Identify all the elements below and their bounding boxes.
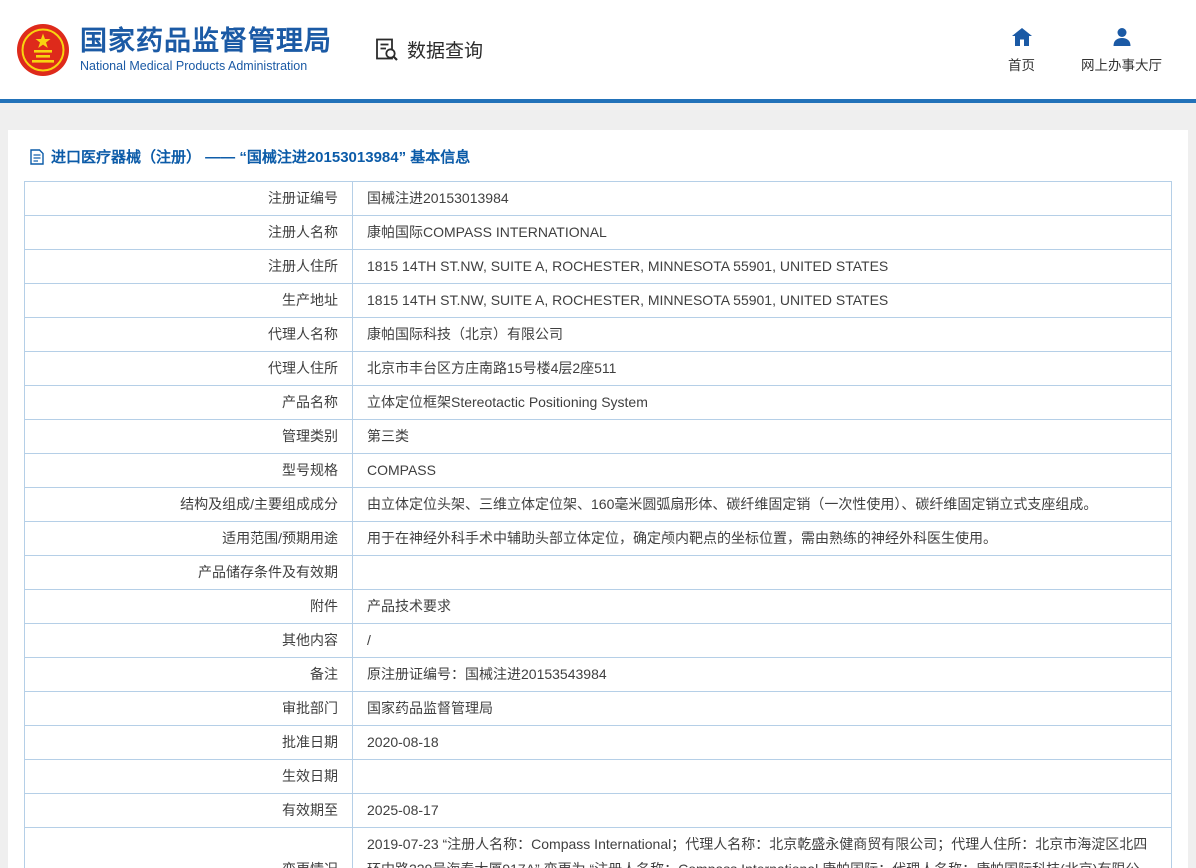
nav-service-hall-label: 网上办事大厅 — [1081, 54, 1162, 74]
table-row: 产品名称立体定位框架Stereotactic Positioning Syste… — [25, 386, 1172, 420]
row-value: 用于在神经外科手术中辅助头部立体定位，确定颅内靶点的坐标位置，需由熟练的神经外科… — [353, 522, 1172, 556]
row-label: 注册人名称 — [25, 216, 353, 250]
table-row: 结构及组成/主要组成成分由立体定位头架、三维立体定位架、160毫米圆弧扇形体、碳… — [25, 488, 1172, 522]
nav-service-hall[interactable]: 网上办事大厅 — [1081, 25, 1162, 74]
row-label: 批准日期 — [25, 726, 353, 760]
row-value: / — [353, 624, 1172, 658]
row-label: 审批部门 — [25, 692, 353, 726]
doc-search-icon — [374, 37, 400, 63]
document-icon — [30, 149, 44, 165]
row-value: 1815 14TH ST.NW, SUITE A, ROCHESTER, MIN… — [353, 284, 1172, 318]
table-row: 生产地址1815 14TH ST.NW, SUITE A, ROCHESTER,… — [25, 284, 1172, 318]
main-content: 进口医疗器械（注册） —— “国械注进20153013984” 基本信息 注册证… — [0, 103, 1196, 868]
row-label: 代理人名称 — [25, 318, 353, 352]
row-label: 生效日期 — [25, 760, 353, 794]
table-row: 生效日期 — [25, 760, 1172, 794]
table-row: 注册证编号国械注进20153013984 — [25, 182, 1172, 216]
info-table-body: 注册证编号国械注进20153013984注册人名称康帕国际COMPASS INT… — [25, 182, 1172, 868]
row-value: 第三类 — [353, 420, 1172, 454]
row-value: 立体定位框架Stereotactic Positioning System — [353, 386, 1172, 420]
row-value: 由立体定位头架、三维立体定位架、160毫米圆弧扇形体、碳纤维固定销（一次性使用）… — [353, 488, 1172, 522]
page-title: 进口医疗器械（注册） —— “国械注进20153013984” 基本信息 — [24, 142, 1172, 181]
table-row: 其他内容/ — [25, 624, 1172, 658]
row-value: 国械注进20153013984 — [353, 182, 1172, 216]
row-value — [353, 760, 1172, 794]
table-row: 代理人住所北京市丰台区方庄南路15号楼4层2座511 — [25, 352, 1172, 386]
table-row: 有效期至2025-08-17 — [25, 794, 1172, 828]
row-label: 结构及组成/主要组成成分 — [25, 488, 353, 522]
row-value: 北京市丰台区方庄南路15号楼4层2座511 — [353, 352, 1172, 386]
row-value: 2019-07-23 “注册人名称：Compass International；… — [353, 828, 1172, 868]
row-value: 康帕国际COMPASS INTERNATIONAL — [353, 216, 1172, 250]
row-value: 产品技术要求 — [353, 590, 1172, 624]
row-label: 生产地址 — [25, 284, 353, 318]
agency-name-cn: 国家药品监督管理局 — [80, 26, 332, 57]
row-label: 型号规格 — [25, 454, 353, 488]
row-label: 注册人住所 — [25, 250, 353, 284]
table-row: 备注原注册证编号：国械注进20153543984 — [25, 658, 1172, 692]
row-value: 康帕国际科技（北京）有限公司 — [353, 318, 1172, 352]
page-title-text: 进口医疗器械（注册） —— “国械注进20153013984” 基本信息 — [51, 146, 470, 167]
row-label: 适用范围/预期用途 — [25, 522, 353, 556]
row-value: 2025-08-17 — [353, 794, 1172, 828]
registration-info-table: 注册证编号国械注进20153013984注册人名称康帕国际COMPASS INT… — [24, 181, 1172, 868]
table-row: 变更情况2019-07-23 “注册人名称：Compass Internatio… — [25, 828, 1172, 868]
row-label: 有效期至 — [25, 794, 353, 828]
row-label: 变更情况 — [25, 828, 353, 868]
home-icon — [1010, 25, 1034, 49]
row-label: 产品名称 — [25, 386, 353, 420]
row-value: 1815 14TH ST.NW, SUITE A, ROCHESTER, MIN… — [353, 250, 1172, 284]
row-label: 其他内容 — [25, 624, 353, 658]
nav-home-label: 首页 — [1008, 54, 1035, 74]
table-row: 批准日期2020-08-18 — [25, 726, 1172, 760]
table-row: 附件产品技术要求 — [25, 590, 1172, 624]
row-value: 原注册证编号：国械注进20153543984 — [353, 658, 1172, 692]
row-label: 注册证编号 — [25, 182, 353, 216]
row-label: 备注 — [25, 658, 353, 692]
row-value — [353, 556, 1172, 590]
table-row: 适用范围/预期用途用于在神经外科手术中辅助头部立体定位，确定颅内靶点的坐标位置，… — [25, 522, 1172, 556]
table-row: 型号规格COMPASS — [25, 454, 1172, 488]
site-header: 国家药品监督管理局 National Medical Products Admi… — [0, 0, 1196, 99]
table-row: 注册人名称康帕国际COMPASS INTERNATIONAL — [25, 216, 1172, 250]
table-row: 注册人住所1815 14TH ST.NW, SUITE A, ROCHESTER… — [25, 250, 1172, 284]
row-label: 代理人住所 — [25, 352, 353, 386]
agency-name-en: National Medical Products Administration — [80, 59, 332, 73]
top-nav: 首页 网上办事大厅 — [1008, 25, 1162, 74]
nav-home[interactable]: 首页 — [1008, 25, 1035, 74]
row-label: 附件 — [25, 590, 353, 624]
row-value: COMPASS — [353, 454, 1172, 488]
table-row: 代理人名称康帕国际科技（北京）有限公司 — [25, 318, 1172, 352]
agency-logo: 国家药品监督管理局 National Medical Products Admi… — [16, 23, 332, 77]
row-label: 产品储存条件及有效期 — [25, 556, 353, 590]
row-label: 管理类别 — [25, 420, 353, 454]
table-row: 产品储存条件及有效期 — [25, 556, 1172, 590]
data-query-label: 数据查询 — [407, 36, 483, 63]
data-query-tab[interactable]: 数据查询 — [374, 36, 483, 63]
table-row: 审批部门国家药品监督管理局 — [25, 692, 1172, 726]
nmpa-emblem-icon — [16, 23, 70, 77]
content-panel: 进口医疗器械（注册） —— “国械注进20153013984” 基本信息 注册证… — [8, 130, 1188, 868]
person-icon — [1110, 25, 1134, 49]
table-row: 管理类别第三类 — [25, 420, 1172, 454]
row-value: 2020-08-18 — [353, 726, 1172, 760]
row-value: 国家药品监督管理局 — [353, 692, 1172, 726]
